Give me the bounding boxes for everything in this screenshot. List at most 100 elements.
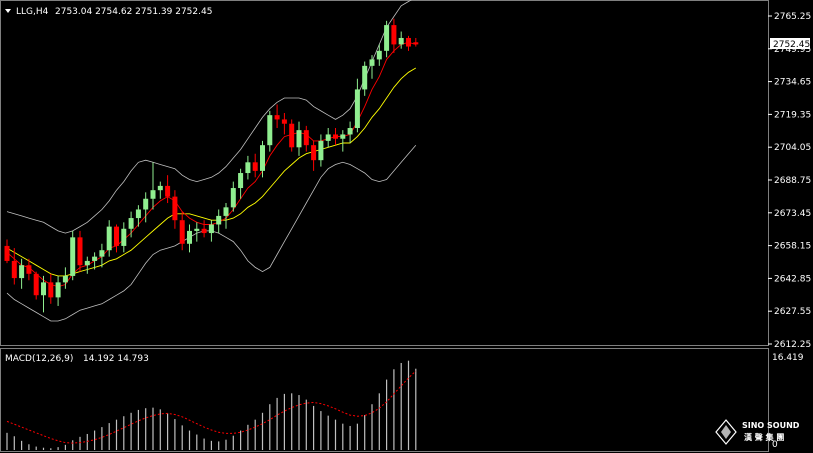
- candle-body: [172, 196, 178, 221]
- candlestick-series: [4, 18, 419, 313]
- price-tick-label: 2765.25: [774, 12, 811, 22]
- candle: [230, 181, 236, 212]
- macd-label: MACD(12,26,9): [5, 354, 73, 364]
- candle: [333, 128, 338, 146]
- candle-body: [354, 89, 360, 129]
- candle-body: [223, 207, 229, 216]
- candle-body: [70, 237, 76, 276]
- ma-short-line: [6, 41, 416, 288]
- candle: [413, 37, 419, 47]
- ma-long-line: [6, 67, 417, 277]
- candle: [354, 78, 360, 133]
- candle-body: [281, 119, 287, 124]
- price-tick-label: 2688.75: [774, 176, 811, 186]
- candle: [121, 222, 127, 253]
- candle: [238, 168, 244, 199]
- candle: [150, 162, 156, 210]
- candle: [55, 275, 61, 306]
- candle-body: [26, 265, 32, 274]
- symbol-dropdown-icon[interactable]: [5, 9, 11, 13]
- candle-body: [157, 185, 163, 191]
- candle-body: [41, 282, 46, 296]
- candle-body: [318, 140, 324, 161]
- moving-averages: [6, 41, 417, 288]
- candle-body: [99, 250, 105, 257]
- ohlc-values: 2753.04 2754.62 2751.39 2752.45: [55, 7, 212, 17]
- candle-body: [48, 282, 54, 298]
- candle-body: [194, 228, 200, 231]
- candle-body: [303, 130, 309, 146]
- candle-body: [216, 215, 222, 225]
- candle-body: [376, 50, 382, 60]
- price-tick-label: 2719.35: [774, 110, 811, 120]
- candle-body: [19, 265, 25, 279]
- candle-body: [106, 226, 112, 251]
- candle-body: [252, 162, 258, 171]
- candle: [165, 175, 171, 204]
- candle: [128, 211, 134, 238]
- candle: [70, 230, 76, 281]
- candle-body: [62, 275, 68, 283]
- candle: [62, 267, 68, 289]
- candle-body: [135, 209, 141, 219]
- candle-body: [296, 130, 302, 148]
- candle: [391, 18, 397, 53]
- candle-body: [325, 134, 331, 141]
- candle-body: [33, 273, 39, 296]
- candle-body: [289, 123, 295, 148]
- price-axis: 2765.252749.952734.652719.352704.052688.…: [768, 12, 811, 350]
- candle-body: [128, 218, 134, 229]
- candle-body: [187, 230, 192, 244]
- candle-body: [230, 188, 236, 208]
- candle: [260, 140, 265, 178]
- candle: [187, 224, 192, 253]
- candle: [33, 271, 39, 300]
- candle-body: [333, 134, 338, 139]
- candle: [369, 55, 375, 79]
- candle: [347, 121, 353, 144]
- candle: [325, 128, 331, 148]
- main-panel-frame: [0, 0, 769, 346]
- price-tick-label: 2734.65: [774, 78, 811, 88]
- symbol-label: LLG,H4: [16, 7, 49, 17]
- candle: [106, 220, 112, 257]
- price-tick-label: 2704.05: [774, 143, 811, 153]
- candle: [274, 104, 280, 129]
- candle-body: [143, 198, 149, 210]
- candle-body: [92, 256, 98, 261]
- candle: [84, 256, 90, 274]
- chart-canvas: 2765.252749.952734.652719.352704.052688.…: [0, 0, 811, 452]
- candle-body: [340, 134, 346, 139]
- candle-body: [391, 25, 397, 45]
- candle-body: [201, 228, 207, 234]
- candle: [172, 190, 178, 229]
- candle-body: [179, 220, 185, 244]
- macd-signal-line: [6, 370, 417, 444]
- candle: [216, 209, 222, 234]
- sino-sound-logo: SINO SOUND 漢 聲 集 團: [715, 419, 800, 445]
- candle: [208, 220, 214, 242]
- candle-body: [121, 228, 127, 246]
- candle: [194, 222, 200, 242]
- macd-series: [6, 360, 417, 450]
- candle: [281, 113, 287, 135]
- price-tick-label: 2612.25: [774, 340, 811, 350]
- candle: [289, 119, 295, 152]
- candle-body: [413, 42, 419, 45]
- macd-axis-top-label: 16.419: [772, 353, 804, 363]
- price-tick-label: 2658.15: [774, 242, 811, 252]
- candle-body: [260, 145, 265, 171]
- candle: [157, 181, 163, 199]
- candle-body: [11, 260, 17, 279]
- candle-body: [150, 190, 156, 199]
- price-tick-label: 2642.85: [774, 274, 811, 284]
- candle-body: [238, 173, 244, 189]
- candle-body: [274, 115, 280, 120]
- current-price-label: 2752.45: [773, 40, 810, 50]
- candle: [135, 205, 141, 227]
- price-tick-label: 2673.45: [774, 209, 811, 219]
- candle-body: [4, 245, 10, 261]
- candle-body: [245, 162, 251, 174]
- candle: [223, 203, 229, 229]
- candle-body: [165, 185, 171, 197]
